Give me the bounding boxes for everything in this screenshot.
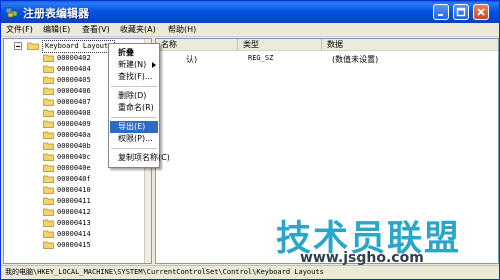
tree-item-label: 00000404 — [57, 65, 91, 73]
folder-icon — [43, 54, 54, 62]
tree-item-label: 00000408 — [57, 109, 91, 117]
folder-icon — [43, 98, 54, 106]
tree-item-label: 00000410 — [57, 186, 91, 194]
tree-item-label: 0000040a — [57, 131, 91, 139]
folder-icon — [43, 219, 54, 227]
menu-help[interactable]: 帮助(H) — [166, 24, 198, 35]
maximize-button[interactable] — [453, 4, 469, 20]
menu-item-new-label: 新建(N) — [118, 60, 147, 69]
tree-item-label: 00000411 — [57, 197, 91, 205]
menu-item-find[interactable]: 查找(F)... — [110, 71, 158, 83]
tree-item[interactable]: 00000413 — [4, 218, 144, 228]
minimize-icon — [438, 14, 443, 16]
menu-item-permissions[interactable]: 权限(P)... — [110, 133, 158, 145]
folder-icon — [43, 142, 54, 150]
tree-item-label: 00000409 — [57, 120, 91, 128]
menu-item-rename[interactable]: 重命名(R) — [110, 102, 158, 114]
folder-icon — [43, 197, 54, 205]
tree-item-label: 00000402 — [57, 54, 91, 62]
submenu-arrow-icon — [152, 62, 156, 68]
folder-icon — [43, 186, 54, 194]
menu-separator — [111, 117, 157, 118]
close-icon — [477, 8, 485, 16]
collapse-toggle-icon[interactable] — [14, 42, 22, 50]
tree-root-label: Keyboard Layouts — [42, 40, 116, 53]
value-type-cell: REG_SZ — [248, 54, 274, 62]
folder-icon — [43, 175, 54, 183]
folder-icon — [43, 131, 54, 139]
folder-icon — [43, 241, 54, 249]
tree-item[interactable]: 00000412 — [4, 207, 144, 217]
folder-icon — [43, 109, 54, 117]
folder-icon — [43, 230, 54, 238]
menu-item-delete[interactable]: 删除(D) — [110, 90, 158, 102]
tree-item-label: 00000406 — [57, 87, 91, 95]
tree-item-label: 0000040e — [57, 164, 91, 172]
tree-item[interactable]: 00000414 — [4, 229, 144, 239]
tree-item-label: 00000412 — [57, 208, 91, 216]
minimize-button[interactable] — [433, 4, 449, 20]
menu-separator — [111, 148, 157, 149]
menu-item-export[interactable]: 导出(E) — [110, 121, 158, 133]
menu-item-new[interactable]: 新建(N) — [110, 59, 158, 71]
tree-item-label: 00000415 — [57, 241, 91, 249]
tree-item-label: 00000414 — [57, 230, 91, 238]
tree-item-label: 00000413 — [57, 219, 91, 227]
tree-item[interactable]: 00000415 — [4, 240, 144, 250]
folder-icon — [43, 76, 54, 84]
column-header-type[interactable]: 类型 — [238, 39, 322, 51]
folder-icon — [43, 153, 54, 161]
value-data-cell: (数值未设置) — [332, 55, 379, 64]
tree-item-label: 00000407 — [57, 98, 91, 106]
menu-item-collapse[interactable]: 折叠 — [110, 47, 158, 59]
tree-item[interactable]: 00000411 — [4, 196, 144, 206]
menu-view[interactable]: 查看(V) — [80, 24, 112, 35]
status-bar: 我的电脑\HKEY_LOCAL_MACHINE\SYSTEM\CurrentCo… — [1, 265, 499, 279]
title-bar[interactable]: 注册表编辑器 — [1, 1, 499, 23]
close-button[interactable] — [473, 4, 489, 20]
tree-item-label: 0000040b — [57, 142, 91, 150]
context-menu: 折叠 新建(N) 查找(F)... 删除(D) 重命名(R) 导出(E) 权限(… — [108, 43, 170, 168]
tree-item-label: 0000040c — [57, 153, 91, 161]
maximize-icon — [456, 7, 466, 17]
open-folder-icon — [27, 42, 39, 50]
tree-item[interactable]: 00000410 — [4, 185, 144, 195]
status-path: 我的电脑\HKEY_LOCAL_MACHINE\SYSTEM\CurrentCo… — [5, 268, 324, 276]
column-header-data[interactable]: 数据 — [322, 39, 498, 51]
menu-item-copy-key-name[interactable]: 复制项名称(C) — [110, 152, 170, 164]
folder-icon — [43, 208, 54, 216]
tree-item-label: 00000405 — [57, 76, 91, 84]
menu-edit[interactable]: 编辑(E) — [41, 24, 72, 35]
tree-item[interactable]: 0000040f — [4, 174, 144, 184]
value-name-cell[interactable]: 认) — [186, 54, 197, 65]
window-title: 注册表编辑器 — [23, 7, 89, 20]
menu-separator — [111, 86, 157, 87]
menu-bar: 文件(F) 编辑(E) 查看(V) 收藏夹(A) 帮助(H) — [1, 23, 499, 37]
menu-file[interactable]: 文件(F) — [4, 24, 35, 35]
watermark-url: www.jsgho.com — [300, 250, 424, 266]
menu-favorites[interactable]: 收藏夹(A) — [118, 24, 158, 35]
folder-icon — [43, 120, 54, 128]
regedit-app-icon — [5, 7, 18, 18]
folder-icon — [43, 65, 54, 73]
folder-icon — [43, 164, 54, 172]
column-header-name[interactable]: 名称 — [156, 39, 238, 51]
folder-icon — [43, 87, 54, 95]
tree-item-label: 0000040f — [57, 175, 91, 183]
